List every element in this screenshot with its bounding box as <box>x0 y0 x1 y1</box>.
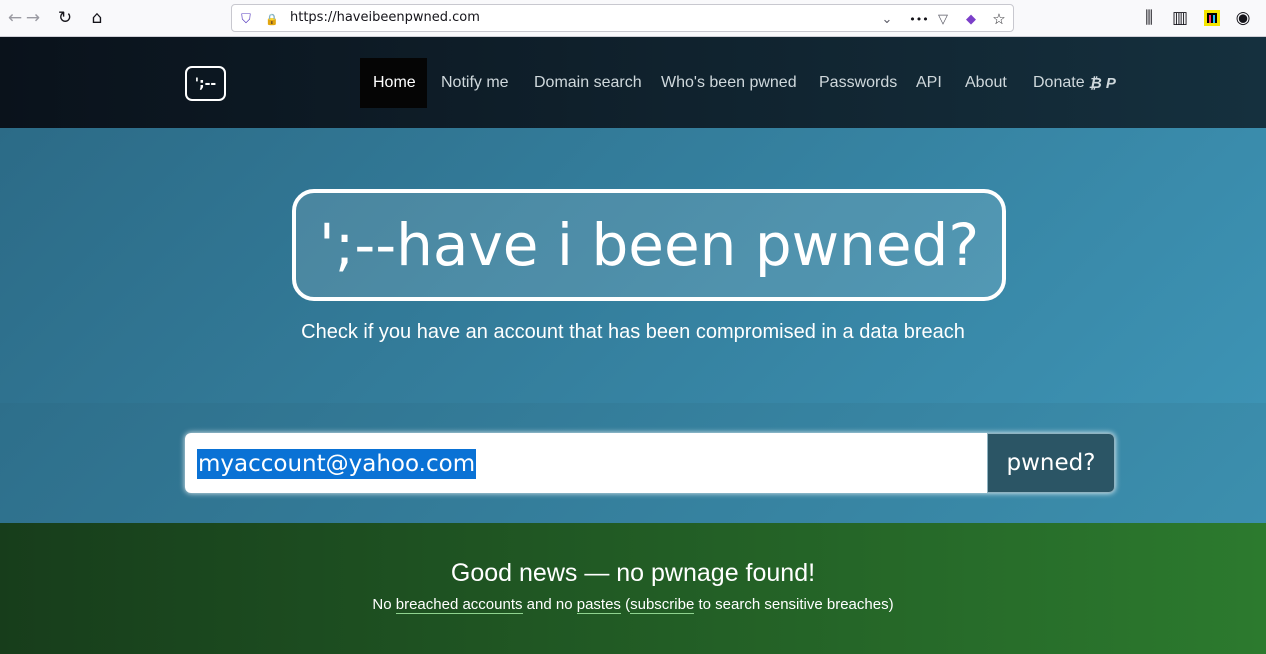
nav-about[interactable]: About <box>952 58 1020 108</box>
tracking-protection-icon[interactable]: ⛉ <box>237 10 255 28</box>
addon-icon[interactable] <box>1199 5 1225 31</box>
pastes-link[interactable]: pastes <box>576 596 621 614</box>
result-text-4: to search sensitive breaches) <box>694 596 894 613</box>
chevron-down-icon[interactable]: ⌄ <box>878 10 896 28</box>
breached-accounts-link[interactable]: breached accounts <box>395 596 523 614</box>
search-section: myaccount@yahoo.com pwned? <box>0 403 1266 523</box>
subscribe-link[interactable]: subscribe <box>630 596 695 614</box>
result-title: Good news — no pwnage found! <box>450 559 816 587</box>
reload-icon[interactable]: ↻ <box>52 5 78 31</box>
nav-whos-been-pwned[interactable]: Who's been pwned <box>648 58 810 108</box>
result-text-1: No <box>372 596 396 613</box>
result-text-2: and no <box>522 596 577 613</box>
nav-api[interactable]: API <box>903 58 955 108</box>
donate-bitcoin-paypal-icon: ₿ P <box>1088 74 1116 92</box>
search-input-value[interactable]: myaccount@yahoo.com <box>197 449 477 479</box>
lock-icon[interactable]: 🔒 <box>263 10 281 28</box>
hero-section: ';--have i been pwned? Check if you have… <box>0 128 1266 403</box>
extension-icon[interactable]: ◆ <box>962 10 980 28</box>
page-actions-icon[interactable]: ••• <box>906 10 932 28</box>
pwned-button[interactable]: pwned? <box>987 433 1115 493</box>
url-text[interactable]: https://haveibeenpwned.com <box>290 10 480 25</box>
nav-domain-search[interactable]: Domain search <box>521 58 655 108</box>
nav-notify-me[interactable]: Notify me <box>428 58 522 108</box>
site-logo[interactable]: ';-- <box>185 66 226 101</box>
bookmark-star-icon[interactable]: ☆ <box>990 10 1008 28</box>
account-search-input[interactable]: myaccount@yahoo.com <box>185 433 987 493</box>
nav-donate[interactable]: Donate ₿ P <box>1020 58 1129 108</box>
nav-home[interactable]: Home <box>360 58 427 108</box>
sidebar-icon[interactable]: ▥ <box>1167 5 1193 31</box>
site-nav: ';-- Home Notify me Domain search Who's … <box>0 37 1266 128</box>
search-form: myaccount@yahoo.com pwned? <box>185 433 1115 493</box>
result-text-3: ( <box>620 596 631 613</box>
page-title: ';--have i been pwned? <box>318 211 980 279</box>
pocket-icon[interactable]: ▽ <box>934 10 952 28</box>
addon-logo-icon <box>1204 10 1220 26</box>
forward-icon[interactable]: → <box>20 5 46 31</box>
result-section: Good news — no pwnage found! No breached… <box>0 523 1266 654</box>
nav-passwords[interactable]: Passwords <box>806 58 910 108</box>
hero-title-box: ';--have i been pwned? <box>292 189 1006 301</box>
home-icon[interactable]: ⌂ <box>84 5 110 31</box>
url-bar[interactable]: ⛉ 🔒 https://haveibeenpwned.com ⌄ ••• ▽ ◆… <box>231 4 1014 32</box>
result-description: No breached accounts and no pastes (subs… <box>0 596 1266 614</box>
nav-donate-label: Donate <box>1033 74 1085 91</box>
account-icon[interactable]: ◉ <box>1230 5 1256 31</box>
hero-subtitle: Check if you have an account that has be… <box>301 321 965 343</box>
library-icon[interactable]: ⫼ <box>1136 5 1162 31</box>
browser-toolbar: ← → ↻ ⌂ ⛉ 🔒 https://haveibeenpwned.com ⌄… <box>0 0 1266 37</box>
